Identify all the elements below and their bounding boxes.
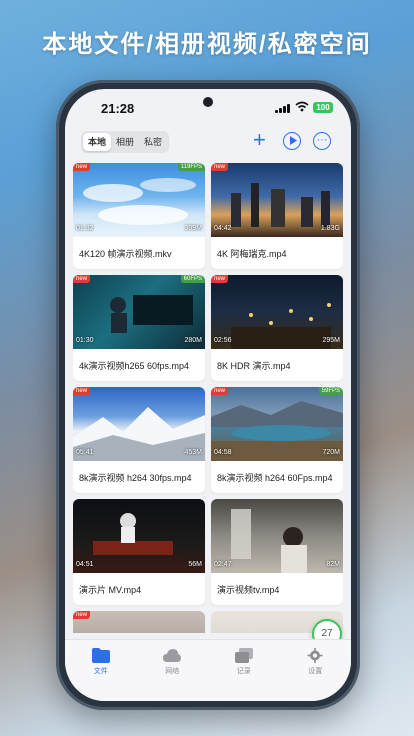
top-toolbar: 本地 相册 私密 + ··· — [65, 127, 351, 157]
video-card[interactable]: new 59FPS 04:58 720M 8k演示视频 h264 60Fps.m… — [211, 387, 343, 493]
video-grid: new 119FPS 01:32 309M 4K120 帧演示视频.mkv ne… — [73, 163, 343, 633]
front-camera — [203, 97, 213, 107]
video-size: 309M — [184, 225, 202, 232]
ellipsis-circle-icon[interactable]: ··· — [313, 132, 331, 150]
tab-settings[interactable]: 设置 — [280, 640, 352, 701]
video-duration: 01:30 — [76, 337, 94, 344]
new-badge: new — [73, 163, 91, 171]
video-size: 720M — [322, 449, 340, 456]
video-size: 82M — [326, 561, 340, 568]
tab-network[interactable]: 网络 — [137, 640, 209, 701]
video-size: 280M — [184, 337, 202, 344]
video-title: 演示片 MV.mp4 — [79, 585, 142, 595]
tab-label: 文件 — [93, 668, 108, 675]
video-title: 4k演示视频h265 60fps.mp4 — [79, 361, 190, 371]
new-badge: new — [73, 387, 91, 395]
video-duration: 04:42 — [214, 225, 232, 232]
phone-screen: 21:28 100 本地 相册 私密 + ··· new 119FPS 01:3… — [65, 89, 351, 701]
video-card[interactable]: 02:47 82M 演示视频tv.mp4 — [211, 499, 343, 605]
video-size: 1.83G — [320, 225, 340, 232]
battery-indicator: 100 — [313, 102, 333, 113]
fps-badge: 60FPS — [180, 275, 205, 283]
video-card[interactable]: new — [73, 611, 205, 633]
new-badge: new — [73, 275, 91, 283]
video-duration: 02:47 — [214, 561, 232, 568]
tab-history[interactable]: 记录 — [208, 640, 280, 701]
video-title: 8k演示视频 h264 30fps.mp4 — [79, 473, 192, 483]
folder-icon — [91, 648, 110, 663]
tab-bar: 文件 网络 记录 设置 — [65, 639, 351, 701]
new-badge: new — [211, 275, 229, 283]
new-badge: new — [211, 163, 229, 171]
video-duration: 05:41 — [76, 449, 94, 456]
gear-icon — [307, 648, 323, 663]
video-card[interactable]: new 05:41 453M 8k演示视频 h264 30fps.mp4 — [73, 387, 205, 493]
video-size: 56M — [188, 561, 202, 568]
play-circle-icon[interactable] — [283, 132, 301, 150]
tab-label: 网络 — [165, 668, 180, 675]
fps-badge: 119FPS — [177, 163, 205, 171]
video-title: 4K120 帧演示视频.mkv — [79, 249, 172, 259]
tab-files[interactable]: 文件 — [65, 640, 137, 701]
video-thumbnail — [73, 611, 205, 633]
video-duration: 02:56 — [214, 337, 232, 344]
new-badge: new — [73, 611, 91, 619]
tab-label: 记录 — [236, 668, 251, 675]
video-size: 453M — [184, 449, 202, 456]
video-title: 8k演示视频 h264 60Fps.mp4 — [217, 473, 333, 483]
source-segmented-control: 本地 相册 私密 — [81, 131, 169, 153]
plus-icon[interactable]: + — [253, 128, 266, 152]
video-duration: 04:51 — [76, 561, 94, 568]
video-title: 4K 阿梅瑞克.mp4 — [217, 249, 287, 259]
video-card[interactable]: 04:51 56M 演示片 MV.mp4 — [73, 499, 205, 605]
video-duration: 01:32 — [76, 225, 94, 232]
signal-icon — [275, 104, 291, 113]
new-badge: new — [211, 387, 229, 395]
video-size: 295M — [322, 337, 340, 344]
video-card[interactable]: new 04:42 1.83G 4K 阿梅瑞克.mp4 — [211, 163, 343, 269]
segment-local[interactable]: 本地 — [83, 133, 111, 151]
cloud-icon — [163, 649, 182, 662]
fps-badge: 59FPS — [318, 387, 343, 395]
status-bar: 21:28 100 — [65, 89, 351, 125]
status-time: 21:28 — [101, 101, 135, 116]
video-title: 演示视频tv.mp4 — [217, 585, 280, 595]
segment-private[interactable]: 私密 — [139, 133, 167, 151]
tab-label: 设置 — [308, 668, 323, 675]
wifi-icon — [295, 101, 309, 115]
video-duration: 04:58 — [214, 449, 232, 456]
history-icon — [234, 648, 253, 663]
promo-headline: 本地文件/相册视频/私密空间 — [42, 31, 372, 58]
segment-album[interactable]: 相册 — [111, 133, 139, 151]
video-card[interactable]: new 60FPS 01:30 280M 4k演示视频h265 60fps.mp… — [73, 275, 205, 381]
phone-frame: 21:28 100 本地 相册 私密 + ··· new 119FPS 01:3… — [56, 80, 360, 710]
video-title: 8K HDR 演示.mp4 — [217, 361, 291, 371]
video-card[interactable]: new 02:56 295M 8K HDR 演示.mp4 — [211, 275, 343, 381]
video-card[interactable]: new 119FPS 01:32 309M 4K120 帧演示视频.mkv — [73, 163, 205, 269]
